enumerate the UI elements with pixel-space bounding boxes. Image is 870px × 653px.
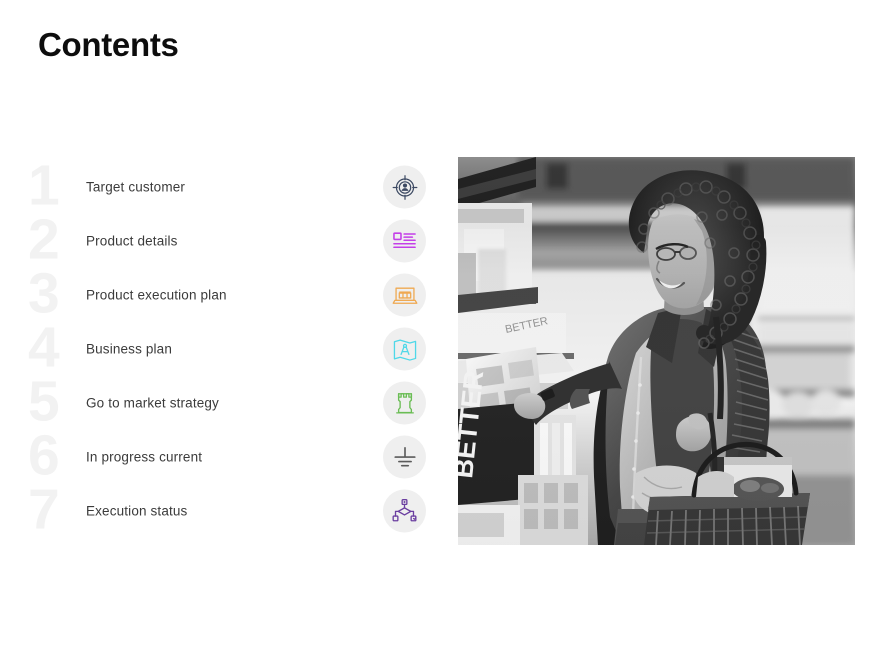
- ground-symbol-icon[interactable]: [383, 435, 426, 479]
- list-item[interactable]: 2 Product details: [28, 207, 438, 272]
- workflow-nodes-icon[interactable]: [383, 489, 426, 533]
- list-item-number: 5: [28, 369, 60, 434]
- list-item[interactable]: 7 Execution status: [28, 477, 438, 542]
- target-person-icon[interactable]: [383, 165, 426, 209]
- list-item-number: 1: [28, 153, 60, 218]
- list-item-number: 4: [28, 315, 60, 380]
- chess-rook-icon[interactable]: [383, 381, 426, 425]
- blueprint-compass-icon[interactable]: [383, 327, 426, 371]
- list-item-number: 3: [28, 261, 60, 326]
- list-item-label: Go to market strategy: [86, 395, 219, 411]
- page-title: Contents: [38, 26, 179, 63]
- document-details-icon[interactable]: [383, 219, 426, 263]
- list-item-number: 2: [28, 207, 60, 272]
- list-item[interactable]: 5 Go to market strategy: [28, 369, 438, 434]
- list-item-label: In progress current: [86, 449, 203, 465]
- laptop-storefront-icon[interactable]: [383, 273, 426, 317]
- woman-shopping-grocery-store-photo: BETTER BETTER: [458, 157, 855, 545]
- list-item[interactable]: 1 Target customer: [28, 153, 438, 218]
- list-item-label: Product details: [86, 233, 178, 249]
- list-item[interactable]: 3 Product execution plan: [28, 261, 438, 326]
- list-item-number: 7: [28, 477, 60, 542]
- list-item-label: Execution status: [86, 503, 188, 519]
- slide-canvas: Contents 1 Target customer 2 Product det…: [0, 0, 870, 653]
- contents-list: 1 Target customer 2 Product details 3 Pr…: [28, 153, 438, 542]
- list-item-number: 6: [28, 423, 60, 488]
- list-item-label: Business plan: [86, 341, 173, 357]
- list-item-label: Target customer: [86, 179, 186, 195]
- list-item-label: Product execution plan: [86, 287, 227, 303]
- list-item[interactable]: 4 Business plan: [28, 315, 438, 380]
- list-item[interactable]: 6 In progress current: [28, 423, 438, 488]
